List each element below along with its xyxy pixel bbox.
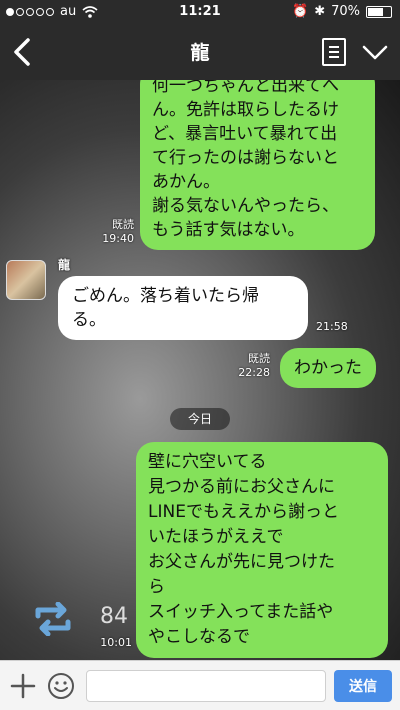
message-bubble-incoming: ごめん。落ち着いたら帰 る。	[58, 276, 308, 340]
message-time: 22:28	[238, 366, 270, 379]
read-receipt: 既読	[112, 218, 134, 231]
plus-icon[interactable]	[8, 671, 38, 701]
chat-area[interactable]: 何一つちゃんと出来てへ ん。免許は取らしたるけ ど、暴言吐いて暴れて出 て行った…	[0, 80, 400, 660]
emoji-icon[interactable]	[46, 671, 76, 701]
repost-icon	[35, 602, 71, 636]
message-time: 21:58	[316, 320, 348, 333]
message-input[interactable]	[86, 670, 326, 702]
message-time: 19:40	[102, 232, 134, 245]
message-bubble-outgoing: 何一つちゃんと出来てへ ん。免許は取らしたるけ ど、暴言吐いて暴れて出 て行った…	[140, 80, 375, 250]
alarm-icon: ⏰	[292, 4, 309, 19]
input-bar: 送信	[0, 660, 400, 710]
read-receipt: 既読	[248, 352, 270, 365]
message-bubble-outgoing: 壁に穴空いてる 見つかる前にお父さんに LINEでもええから謝っと いたほうがえ…	[136, 442, 388, 658]
avatar[interactable]	[6, 260, 46, 300]
repost-count: 84	[100, 604, 128, 629]
message-bubble-outgoing: わかった	[280, 348, 376, 388]
chevron-down-icon[interactable]	[360, 38, 390, 66]
nav-bar: 龍	[0, 24, 400, 80]
date-separator: 今日	[170, 408, 230, 430]
send-button[interactable]: 送信	[334, 670, 392, 702]
status-bar: au 11:21 ⏰ ✱ 70%	[0, 0, 400, 24]
battery-icon	[366, 5, 392, 18]
bluetooth-icon: ✱	[314, 4, 326, 19]
message-time: 10:01	[100, 636, 132, 649]
battery-percent: 70%	[331, 4, 360, 19]
sender-name: 龍	[58, 258, 71, 272]
menu-icon[interactable]	[322, 38, 346, 66]
